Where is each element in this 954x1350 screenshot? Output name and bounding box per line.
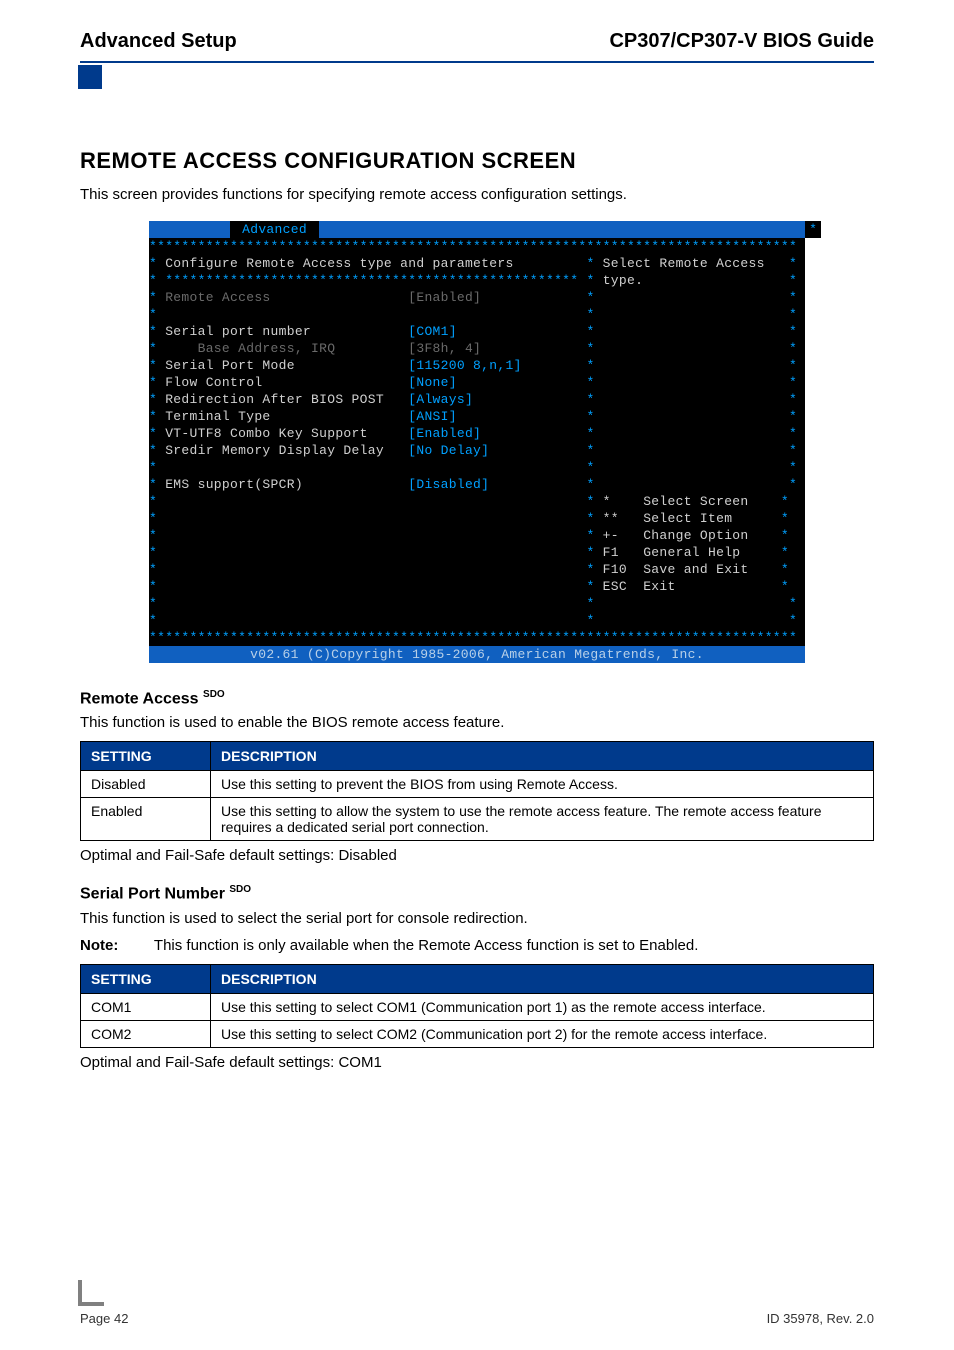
table-row: DisabledUse this setting to prevent the … xyxy=(81,771,874,798)
serial-port-heading: Serial Port Number SDO xyxy=(80,884,874,903)
setting-cell: COM1 xyxy=(81,993,211,1020)
serial-port-defaults: Optimal and Fail-Safe default settings: … xyxy=(80,1054,874,1071)
header-right: CP307/CP307-V BIOS Guide xyxy=(609,30,874,53)
footer-page: Page 42 xyxy=(80,1311,128,1326)
setting-cell: COM2 xyxy=(81,1020,211,1047)
table-header-setting: Setting xyxy=(81,964,211,993)
table-header-setting: Setting xyxy=(81,742,211,771)
table-row: EnabledUse this setting to allow the sys… xyxy=(81,798,874,841)
remote-access-table: Setting Description DisabledUse this set… xyxy=(80,741,874,841)
section-title: REMOTE ACCESS CONFIGURATION SCREEN xyxy=(80,148,874,174)
description-cell: Use this setting to select COM1 (Communi… xyxy=(211,993,874,1020)
remote-access-defaults: Optimal and Fail-Safe default settings: … xyxy=(80,847,874,864)
setting-cell: Disabled xyxy=(81,771,211,798)
table-row: COM2Use this setting to select COM2 (Com… xyxy=(81,1020,874,1047)
remote-access-desc: This function is used to enable the BIOS… xyxy=(80,714,874,731)
serial-port-table: Setting Description COM1Use this setting… xyxy=(80,964,874,1048)
table-row: COM1Use this setting to select COM1 (Com… xyxy=(81,993,874,1020)
section-intro: This screen provides functions for speci… xyxy=(80,186,874,203)
description-cell: Use this setting to allow the system to … xyxy=(211,798,874,841)
brand-logo-icon xyxy=(78,65,188,115)
corner-mark-icon xyxy=(78,1280,104,1306)
description-cell: Use this setting to prevent the BIOS fro… xyxy=(211,771,874,798)
remote-access-heading: Remote Access SDO xyxy=(80,689,874,708)
bios-screenshot: Advanced *******************************… xyxy=(149,221,805,663)
setting-cell: Enabled xyxy=(81,798,211,841)
footer-id: ID 35978, Rev. 2.0 xyxy=(767,1311,874,1326)
serial-port-desc: This function is used to select the seri… xyxy=(80,910,874,927)
serial-port-note: Note: This function is only available wh… xyxy=(80,937,874,954)
table-header-description: Description xyxy=(211,964,874,993)
table-header-description: Description xyxy=(211,742,874,771)
description-cell: Use this setting to select COM2 (Communi… xyxy=(211,1020,874,1047)
header-left: Advanced Setup xyxy=(80,30,237,53)
